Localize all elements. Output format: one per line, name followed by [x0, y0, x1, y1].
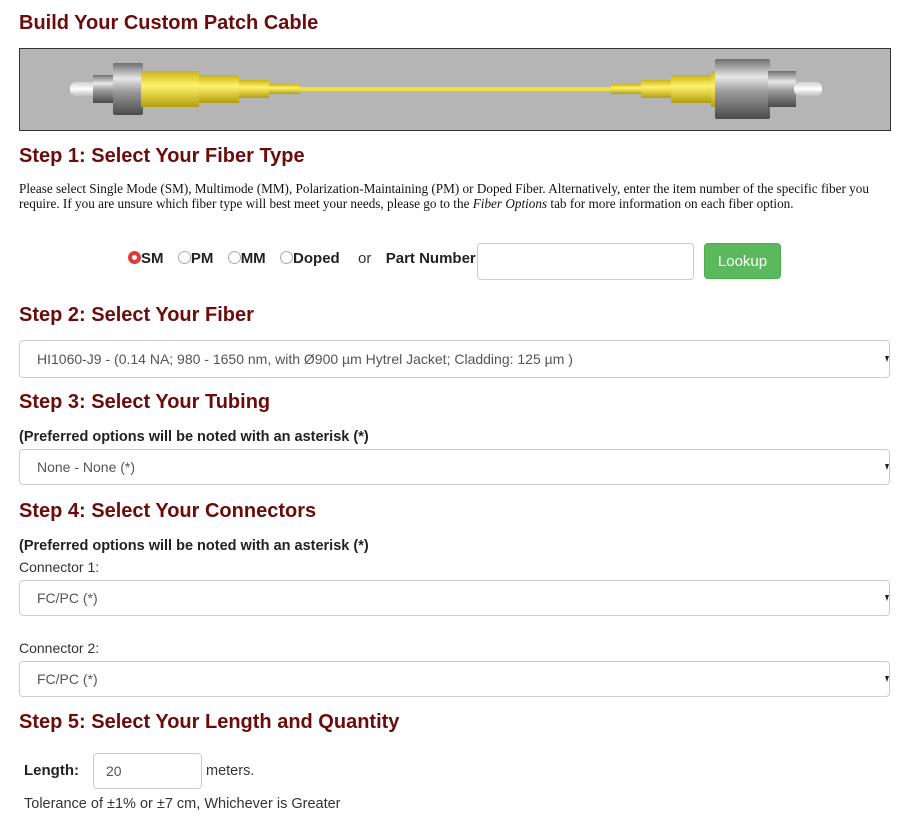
length-input[interactable]: 20: [93, 753, 202, 789]
instructions-text-end: tab for more information on each fiber o…: [547, 196, 794, 211]
radio-pm-label[interactable]: PM: [191, 250, 214, 267]
radio-doped-label[interactable]: Doped: [293, 250, 340, 267]
select-caret-icon: [885, 676, 889, 682]
fiber-options-tab-reference: Fiber Options: [472, 196, 548, 211]
step3-preferred-note: (Preferred options will be noted with an…: [19, 429, 369, 445]
length-label: Length:: [24, 762, 79, 779]
connector1-select-value: FC/PC (*): [37, 590, 98, 606]
fiber-select-value: HI1060-J9 - (0.14 NA; 980 - 1650 nm, wit…: [37, 351, 573, 367]
length-unit: meters.: [206, 763, 255, 779]
step4-preferred-note: (Preferred options will be noted with an…: [19, 538, 369, 554]
tolerance-note: Tolerance of ±1% or ±7 cm, Whichever is …: [24, 796, 341, 812]
step1-instructions: Please select Single Mode (SM), Multimod…: [19, 181, 889, 211]
radio-sm[interactable]: [128, 251, 141, 264]
step1-heading: Step 1: Select Your Fiber Type: [19, 145, 305, 167]
part-number-input[interactable]: [477, 243, 694, 280]
radio-pm[interactable]: [177, 251, 191, 264]
part-number-label: Part Number:: [385, 250, 481, 267]
select-caret-icon: [885, 356, 889, 362]
step2-heading: Step 2: Select Your Fiber: [19, 304, 254, 326]
connector1-label: Connector 1:: [19, 559, 100, 575]
step5-heading: Step 5: Select Your Length and Quantity: [19, 711, 400, 733]
tubing-select-value: None - None (*): [37, 459, 136, 475]
select-caret-icon: [885, 464, 889, 470]
step4-heading: Step 4: Select Your Connectors: [19, 500, 317, 522]
fiber-select[interactable]: HI1060-J9 - (0.14 NA; 980 - 1650 nm, wit…: [19, 340, 890, 378]
select-caret-icon: [885, 595, 889, 601]
fiber-type-radio-group: SM PM MM Doped or Part Number:: [128, 250, 481, 267]
tubing-select[interactable]: None - None (*): [19, 449, 890, 485]
radio-mm-label[interactable]: MM: [241, 250, 266, 267]
page-title: Build Your Custom Patch Cable: [19, 12, 319, 34]
connector1-select[interactable]: FC/PC (*): [19, 580, 890, 616]
or-text: or: [358, 250, 372, 267]
connector2-select[interactable]: FC/PC (*): [19, 661, 890, 697]
radio-sm-label[interactable]: SM: [141, 250, 164, 267]
radio-mm[interactable]: [227, 251, 241, 264]
radio-doped[interactable]: [280, 251, 294, 264]
patch-cable-illustration: [70, 59, 822, 119]
step3-heading: Step 3: Select Your Tubing: [19, 391, 271, 413]
connector2-label: Connector 2:: [19, 640, 100, 656]
patch-cable-image: [19, 48, 891, 131]
lookup-button[interactable]: Lookup: [704, 243, 781, 279]
connector2-select-value: FC/PC (*): [37, 671, 98, 687]
